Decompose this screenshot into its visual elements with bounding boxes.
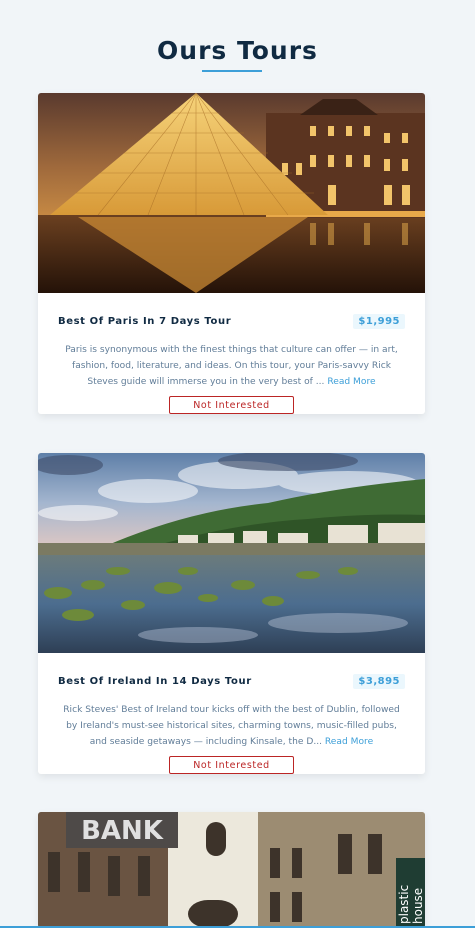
tour-name: Best Of Paris In 7 Days Tour [58,315,232,327]
tour-card-ireland: Best Of Ireland In 14 Days Tour $3,895 R… [38,453,425,774]
tour-price: $1,995 [353,313,405,329]
tour-image-ireland [38,453,425,653]
tour-description: Paris is synonymous with the finest thin… [58,342,405,390]
tour-info-header: Best Of Paris In 7 Days Tour $1,995 [58,313,405,329]
read-more-link[interactable]: Read More [327,377,375,387]
house-sign-text: house [411,888,425,924]
tour-name: Best Of Ireland In 14 Days Tour [58,675,252,687]
plastic-sign-text: plastic [397,885,411,924]
title-underline [202,70,262,72]
tour-image-vienna: BANK plastic house [38,812,425,928]
tour-card-vienna: BANK plastic house [38,812,425,928]
bank-sign-text: BANK [81,816,164,846]
read-more-link[interactable]: Read More [325,737,373,747]
tour-info: Best Of Ireland In 14 Days Tour $3,895 R… [38,653,425,774]
tour-card-paris: Best Of Paris In 7 Days Tour $1,995 Pari… [38,93,425,414]
tour-image-paris [38,93,425,293]
not-interested-button[interactable]: Not Interested [169,756,294,774]
not-interested-button[interactable]: Not Interested [169,396,294,414]
tour-info: Best Of Paris In 7 Days Tour $1,995 Pari… [38,293,425,414]
tour-price: $3,895 [353,673,405,689]
tour-description: Rick Steves' Best of Ireland tour kicks … [58,702,405,750]
page-title: Ours Tours [157,36,318,65]
tour-info-header: Best Of Ireland In 14 Days Tour $3,895 [58,673,405,689]
